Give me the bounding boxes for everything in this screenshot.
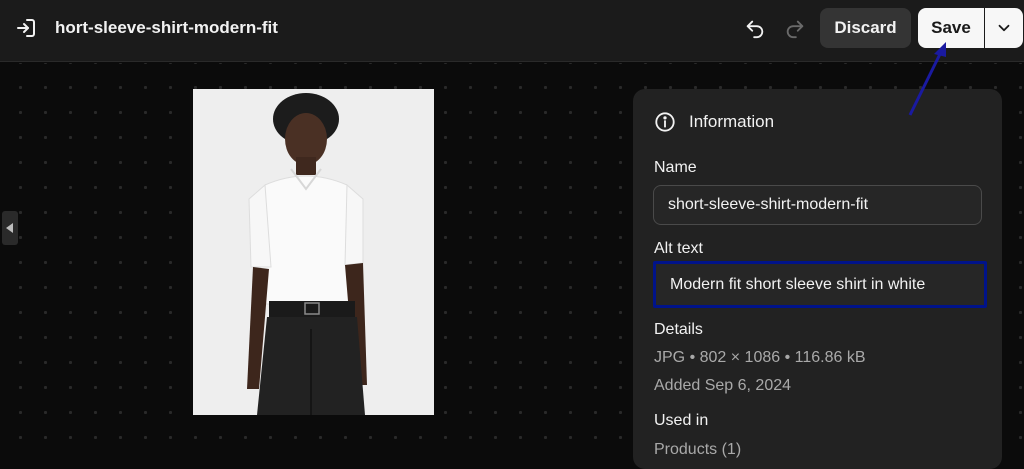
info-icon <box>655 112 675 132</box>
details-label: Details <box>654 321 703 338</box>
added-date: Added Sep 6, 2024 <box>654 377 792 394</box>
save-options-button[interactable] <box>985 8 1023 48</box>
redo-icon[interactable] <box>784 17 806 39</box>
model-illustration <box>193 89 434 415</box>
save-button[interactable]: Save <box>918 8 984 48</box>
product-image <box>193 89 434 415</box>
alt-text-label: Alt text <box>654 240 703 257</box>
exit-icon[interactable] <box>14 16 38 40</box>
used-in-link[interactable]: Products (1) <box>654 440 741 460</box>
panel-heading: Information <box>689 112 775 131</box>
caret-left-icon <box>6 223 13 233</box>
name-label: Name <box>654 159 697 176</box>
collapse-handle[interactable] <box>2 211 18 245</box>
name-field[interactable] <box>653 185 982 225</box>
chevron-down-icon <box>998 24 1010 32</box>
alt-text-field[interactable] <box>653 261 987 308</box>
used-in-label: Used in <box>654 412 709 429</box>
file-title: hort-sleeve-shirt-modern-fit <box>55 18 278 37</box>
discard-button[interactable]: Discard <box>820 8 911 48</box>
file-details: JPG • 802 × 1086 • 116.86 kB <box>654 349 866 366</box>
top-bar: hort-sleeve-shirt-modern-fit Discard Sav… <box>0 0 1024 62</box>
undo-icon[interactable] <box>744 17 766 39</box>
